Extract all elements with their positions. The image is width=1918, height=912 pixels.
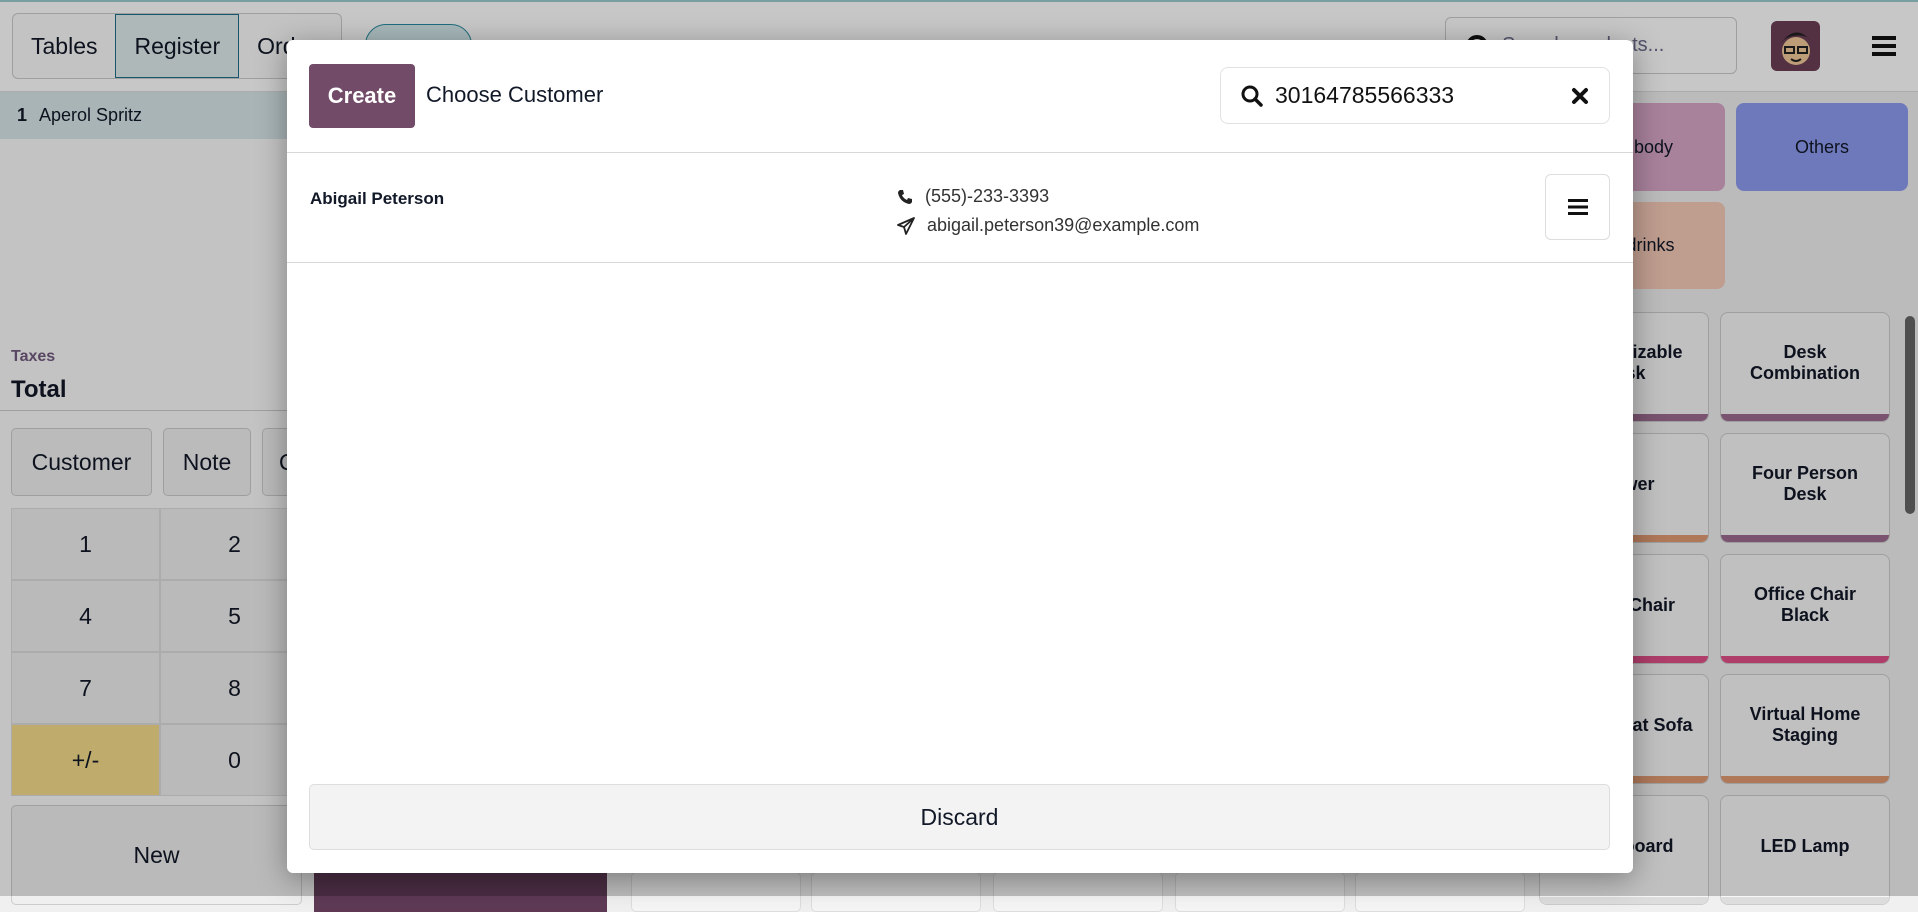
customer-row[interactable]: Abigail Peterson (555)-233-3393 abigail.… [287, 153, 1633, 263]
paper-plane-icon [897, 216, 915, 235]
customer-email: abigail.peterson39@example.com [927, 215, 1200, 235]
customer-search [1220, 67, 1610, 124]
search-icon [1241, 85, 1263, 107]
clear-search-icon[interactable] [1571, 87, 1589, 105]
discard-button[interactable]: Discard [309, 784, 1610, 850]
create-customer-button[interactable]: Create [309, 64, 415, 128]
customer-actions-button[interactable] [1545, 174, 1610, 240]
category-color-bar [1721, 897, 1889, 904]
customer-phone-line: (555)-233-3393 [897, 186, 1049, 207]
dialog-title: Choose Customer [426, 82, 604, 107]
customer-search-input[interactable] [1275, 82, 1571, 109]
category-color-bar [1540, 897, 1708, 904]
hamburger-icon [1567, 199, 1588, 215]
customer-name: Abigail Peterson [310, 189, 445, 208]
phone-icon [898, 189, 912, 204]
customer-email-line: abigail.peterson39@example.com [897, 215, 1199, 236]
customer-phone: (555)-233-3393 [925, 186, 1050, 206]
choose-customer-dialog: Create Choose Customer Abigail Peterson … [287, 40, 1633, 873]
